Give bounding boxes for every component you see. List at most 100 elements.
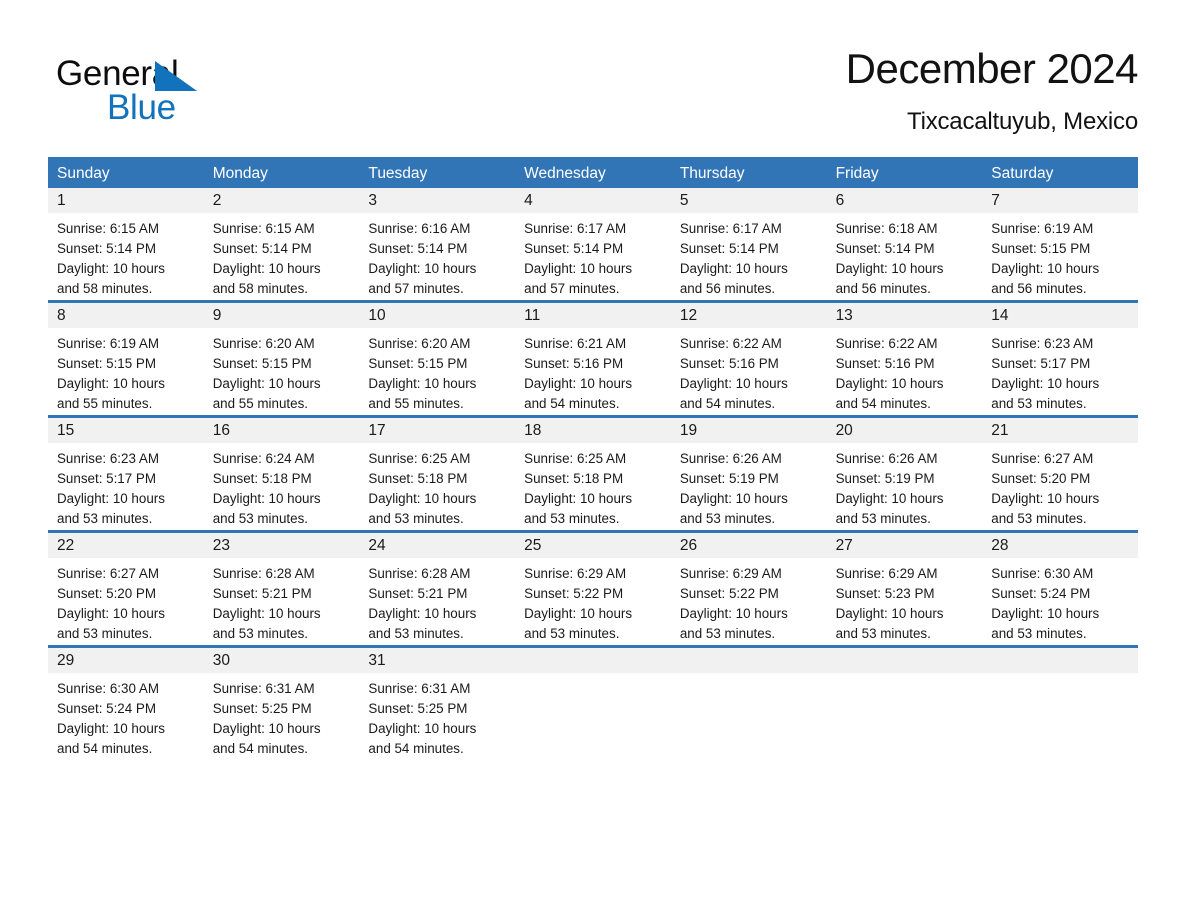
- calendar-day-cell[interactable]: 22 Sunrise: 6:27 AM Sunset: 5:20 PM Dayligh…: [48, 532, 204, 645]
- sunset-text: Sunset: 5:14 PM: [524, 240, 624, 256]
- calendar-day-cell[interactable]: 14 Sunrise: 6:23 AM Sunset: 5:17 PM Dayligh…: [982, 302, 1138, 415]
- day-number: 16: [203, 417, 360, 443]
- daylight-text-line1: Daylight: 10 hours: [524, 260, 633, 276]
- daylight-text-line2: and 53 minutes.: [991, 395, 1087, 411]
- sunset-text: Sunset: 5:19 PM: [835, 470, 935, 486]
- sunrise-text: Sunrise: 6:24 AM: [212, 450, 315, 466]
- day-details: Sunrise: 6:25 AM Sunset: 5:18 PM Daylight:…: [359, 443, 515, 529]
- daylight-text-line1: Daylight: 10 hours: [679, 260, 788, 276]
- sunset-text: Sunset: 5:18 PM: [524, 470, 624, 486]
- calendar-day-cell[interactable]: 31 Sunrise: 6:31 AM Sunset: 5:25 PM Dayligh…: [359, 647, 516, 760]
- sunset-text: Sunset: 5:15 PM: [212, 355, 312, 371]
- calendar-day-cell[interactable]: 2 Sunrise: 6:15 AM Sunset: 5:14 PM Daylight…: [203, 187, 360, 300]
- location-subtitle: Tixcacaltuyub, Mexico: [907, 108, 1138, 136]
- sunset-text: Sunset: 5:15 PM: [991, 240, 1091, 256]
- daylight-text-line2: and 53 minutes.: [835, 625, 931, 641]
- daylight-text-line1: Daylight: 10 hours: [991, 260, 1100, 276]
- sunset-text: Sunset: 5:25 PM: [368, 700, 468, 716]
- calendar-day-cell[interactable]: 8 Sunrise: 6:19 AM Sunset: 5:15 PM Daylight…: [48, 302, 204, 415]
- daylight-text-line2: and 54 minutes.: [835, 395, 931, 411]
- calendar-day-cell[interactable]: 18 Sunrise: 6:25 AM Sunset: 5:18 PM Dayligh…: [515, 417, 671, 530]
- sunset-text: Sunset: 5:21 PM: [368, 585, 468, 601]
- daylight-text-line2: and 54 minutes.: [524, 395, 620, 411]
- daylight-text-line2: and 53 minutes.: [368, 510, 464, 526]
- day-number: 18: [515, 417, 671, 443]
- sunset-text: Sunset: 5:16 PM: [679, 355, 779, 371]
- day-number: 15: [48, 417, 204, 443]
- sunrise-text: Sunrise: 6:20 AM: [368, 335, 471, 351]
- calendar-day-cell[interactable]: 16 Sunrise: 6:24 AM Sunset: 5:18 PM Dayligh…: [203, 417, 360, 530]
- calendar-empty-cell: [670, 647, 827, 760]
- daylight-text-line1: Daylight: 10 hours: [212, 375, 321, 391]
- calendar-day-cell[interactable]: 17 Sunrise: 6:25 AM Sunset: 5:18 PM Dayligh…: [359, 417, 516, 530]
- day-details: Sunrise: 6:31 AM Sunset: 5:25 PM Daylight:…: [204, 673, 360, 759]
- daylight-text-line2: and 53 minutes.: [524, 625, 620, 641]
- calendar-day-cell[interactable]: 20 Sunrise: 6:26 AM Sunset: 5:19 PM Dayligh…: [826, 417, 983, 530]
- daylight-text-line2: and 56 minutes.: [991, 280, 1087, 296]
- calendar-day-cell[interactable]: 3 Sunrise: 6:16 AM Sunset: 5:14 PM Daylight…: [359, 187, 516, 300]
- calendar-day-cell[interactable]: 27 Sunrise: 6:29 AM Sunset: 5:23 PM Dayligh…: [826, 532, 983, 645]
- sunset-text: Sunset: 5:17 PM: [57, 470, 156, 486]
- sunrise-text: Sunrise: 6:27 AM: [57, 565, 159, 581]
- calendar-table: Sunday Monday Tuesday Wednesday Thursday…: [48, 156, 1138, 760]
- day-details: Sunrise: 6:22 AM Sunset: 5:16 PM Daylight:…: [827, 328, 983, 414]
- daylight-text-line1: Daylight: 10 hours: [57, 605, 165, 621]
- sunset-text: Sunset: 5:16 PM: [524, 355, 624, 371]
- calendar-day-cell[interactable]: 4 Sunrise: 6:17 AM Sunset: 5:14 PM Daylight…: [515, 187, 671, 300]
- general-blue-logo[interactable]: General Blue: [56, 44, 316, 130]
- sunrise-text: Sunrise: 6:21 AM: [524, 335, 627, 351]
- day-details: Sunrise: 6:29 AM Sunset: 5:23 PM Daylight:…: [827, 558, 983, 644]
- day-number: 24: [359, 532, 516, 558]
- day-details: Sunrise: 6:23 AM Sunset: 5:17 PM Daylight:…: [48, 443, 204, 529]
- sunrise-text: Sunrise: 6:15 AM: [212, 220, 315, 236]
- calendar-day-cell[interactable]: 9 Sunrise: 6:20 AM Sunset: 5:15 PM Daylight…: [203, 302, 360, 415]
- weekday-header-row: Sunday Monday Tuesday Wednesday Thursday…: [48, 156, 1138, 188]
- sunrise-text: Sunrise: 6:19 AM: [991, 220, 1094, 236]
- calendar-empty-cell: [515, 647, 671, 760]
- sunrise-text: Sunrise: 6:29 AM: [679, 565, 782, 581]
- day-number: 1: [48, 187, 204, 213]
- calendar-day-cell[interactable]: 30 Sunrise: 6:31 AM Sunset: 5:25 PM Dayligh…: [203, 647, 360, 760]
- calendar-day-cell[interactable]: 23 Sunrise: 6:28 AM Sunset: 5:21 PM Dayligh…: [203, 532, 360, 645]
- sunrise-text: Sunrise: 6:15 AM: [57, 220, 159, 236]
- calendar-day-cell[interactable]: 6 Sunrise: 6:18 AM Sunset: 5:14 PM Daylight…: [826, 187, 983, 300]
- daylight-text-line1: Daylight: 10 hours: [991, 490, 1100, 506]
- calendar-week-row: 29 Sunrise: 6:30 AM Sunset: 5:24 PM Dayligh…: [48, 644, 1138, 760]
- calendar-week-row: 1 Sunrise: 6:15 AM Sunset: 5:14 PM Daylight…: [48, 187, 1138, 300]
- calendar-day-cell[interactable]: 12 Sunrise: 6:22 AM Sunset: 5:16 PM Dayligh…: [670, 302, 827, 415]
- daylight-text-line1: Daylight: 10 hours: [835, 260, 944, 276]
- daylight-text-line1: Daylight: 10 hours: [57, 720, 165, 736]
- calendar-day-cell[interactable]: 7 Sunrise: 6:19 AM Sunset: 5:15 PM Daylight…: [982, 187, 1138, 300]
- calendar-day-cell[interactable]: 15 Sunrise: 6:23 AM Sunset: 5:17 PM Dayligh…: [48, 417, 204, 530]
- daylight-text-line1: Daylight: 10 hours: [212, 605, 321, 621]
- calendar-day-cell[interactable]: 25 Sunrise: 6:29 AM Sunset: 5:22 PM Dayligh…: [515, 532, 671, 645]
- day-number: 8: [48, 302, 204, 328]
- day-details: Sunrise: 6:26 AM Sunset: 5:19 PM Daylight:…: [827, 443, 983, 529]
- calendar-day-cell[interactable]: 28 Sunrise: 6:30 AM Sunset: 5:24 PM Dayligh…: [982, 532, 1138, 645]
- calendar-day-cell[interactable]: 5 Sunrise: 6:17 AM Sunset: 5:14 PM Daylight…: [670, 187, 827, 300]
- calendar-day-cell[interactable]: 19 Sunrise: 6:26 AM Sunset: 5:19 PM Dayligh…: [670, 417, 827, 530]
- daylight-text-line2: and 54 minutes.: [57, 740, 153, 756]
- day-details: Sunrise: 6:30 AM Sunset: 5:24 PM Daylight:…: [48, 673, 204, 759]
- calendar-day-cell[interactable]: 11 Sunrise: 6:21 AM Sunset: 5:16 PM Dayligh…: [515, 302, 671, 415]
- daylight-text-line1: Daylight: 10 hours: [57, 375, 165, 391]
- daylight-text-line1: Daylight: 10 hours: [212, 720, 321, 736]
- weekday-header-sunday: Sunday: [57, 164, 110, 182]
- calendar-day-cell[interactable]: 29 Sunrise: 6:30 AM Sunset: 5:24 PM Dayligh…: [48, 647, 204, 760]
- day-number: 11: [515, 302, 671, 328]
- calendar-day-cell[interactable]: 21 Sunrise: 6:27 AM Sunset: 5:20 PM Dayligh…: [982, 417, 1138, 530]
- calendar-day-cell[interactable]: 24 Sunrise: 6:28 AM Sunset: 5:21 PM Dayligh…: [359, 532, 516, 645]
- calendar-day-cell[interactable]: 13 Sunrise: 6:22 AM Sunset: 5:16 PM Dayligh…: [826, 302, 983, 415]
- calendar-day-cell[interactable]: 1 Sunrise: 6:15 AM Sunset: 5:14 PM Daylight…: [48, 187, 204, 300]
- calendar-day-cell[interactable]: 26 Sunrise: 6:29 AM Sunset: 5:22 PM Dayligh…: [670, 532, 827, 645]
- calendar-day-cell[interactable]: 10 Sunrise: 6:20 AM Sunset: 5:15 PM Dayligh…: [359, 302, 516, 415]
- daylight-text-line1: Daylight: 10 hours: [212, 490, 321, 506]
- daylight-text-line1: Daylight: 10 hours: [368, 605, 477, 621]
- sunset-text: Sunset: 5:20 PM: [57, 585, 156, 601]
- day-details: Sunrise: 6:15 AM Sunset: 5:14 PM Daylight:…: [204, 213, 360, 299]
- sunset-text: Sunset: 5:25 PM: [212, 700, 312, 716]
- sunrise-text: Sunrise: 6:31 AM: [212, 680, 315, 696]
- day-details: Sunrise: 6:25 AM Sunset: 5:18 PM Daylight:…: [515, 443, 671, 529]
- sunrise-text: Sunrise: 6:28 AM: [368, 565, 471, 581]
- daylight-text-line2: and 53 minutes.: [679, 625, 776, 641]
